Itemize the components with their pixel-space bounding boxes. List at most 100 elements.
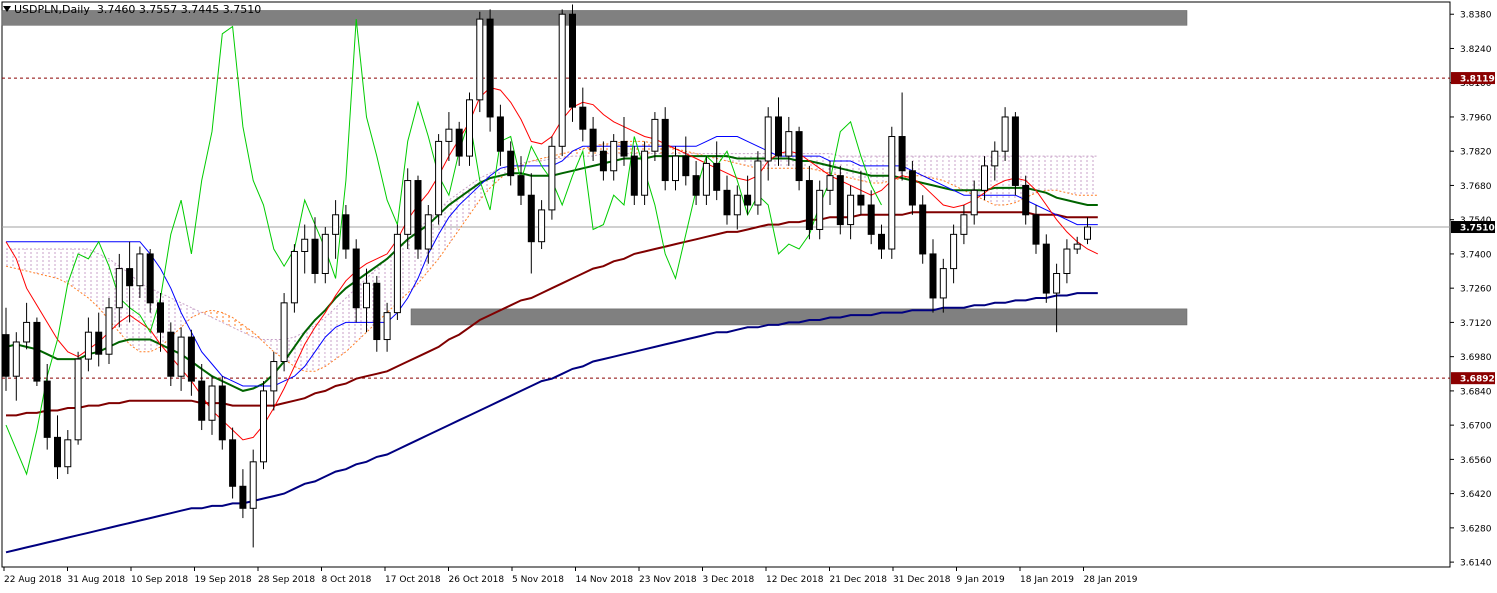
candle-body bbox=[867, 204, 875, 235]
candle-body bbox=[507, 150, 515, 177]
candle-body bbox=[496, 116, 504, 152]
y-tick-label: 3.6700 bbox=[1460, 422, 1492, 432]
cloud-segment bbox=[1087, 156, 1098, 196]
plot-area bbox=[1, 1, 1451, 568]
candle-body bbox=[847, 194, 855, 226]
cloud-segment bbox=[6, 249, 17, 269]
candle-body bbox=[548, 145, 556, 211]
candle-body bbox=[1053, 272, 1061, 294]
candle-body bbox=[878, 233, 885, 250]
cloud-segment bbox=[922, 156, 933, 179]
candle-body bbox=[898, 136, 906, 172]
candle-body bbox=[373, 282, 381, 341]
candle-body bbox=[692, 175, 700, 196]
candle-body bbox=[991, 150, 999, 167]
candle-body bbox=[84, 331, 92, 360]
x-tick-label: 28 Jan 2019 bbox=[1084, 575, 1138, 585]
y-tick-label: 3.6280 bbox=[1460, 524, 1492, 534]
chart-menu-triangle-icon[interactable] bbox=[3, 6, 11, 12]
x-tick-label: 23 Nov 2018 bbox=[639, 575, 697, 585]
candle-body bbox=[630, 155, 638, 196]
candle-body bbox=[754, 160, 762, 206]
candle-body bbox=[466, 99, 473, 157]
candle-body bbox=[950, 233, 958, 270]
candle-body bbox=[383, 312, 391, 341]
cloud-segment bbox=[325, 307, 336, 367]
candle-body bbox=[702, 162, 710, 196]
candle-body bbox=[95, 331, 103, 355]
candle-body bbox=[527, 194, 535, 243]
candle-body bbox=[486, 18, 494, 118]
candle-body bbox=[187, 336, 195, 382]
candle-body bbox=[445, 128, 453, 142]
candle-body bbox=[23, 321, 31, 343]
candle-body bbox=[229, 439, 237, 487]
candle-body bbox=[321, 233, 329, 274]
x-tick-label: 12 Dec 2018 bbox=[766, 575, 824, 585]
candle-body bbox=[352, 248, 360, 309]
candle-body bbox=[569, 13, 576, 108]
cloud-segment bbox=[850, 156, 861, 181]
x-tick-label: 10 Sep 2018 bbox=[131, 575, 188, 585]
candle-body bbox=[723, 189, 731, 216]
x-tick-label: 31 Dec 2018 bbox=[893, 575, 951, 585]
candle-body bbox=[476, 18, 484, 101]
candle-body bbox=[342, 214, 350, 250]
cloud-segment bbox=[36, 249, 48, 276]
candle-body bbox=[64, 439, 72, 468]
candle-body bbox=[785, 131, 793, 157]
candle-body bbox=[888, 136, 896, 250]
candle-body bbox=[311, 238, 319, 274]
candle-body bbox=[795, 131, 803, 182]
candle-body bbox=[1022, 184, 1030, 216]
chart-header: USDPLN,Daily 3.7460 3.7557 3.7445 3.7510 bbox=[14, 3, 261, 16]
candle-body bbox=[404, 180, 412, 235]
candle-body bbox=[280, 302, 288, 363]
candle-body bbox=[260, 390, 267, 463]
cloud-segment bbox=[871, 156, 882, 183]
cloud-segment bbox=[88, 249, 99, 308]
cloud-segment bbox=[933, 156, 944, 181]
candle-body bbox=[538, 209, 546, 243]
candle-body bbox=[620, 140, 628, 157]
y-tick-label: 3.8380 bbox=[1460, 11, 1492, 21]
cloud-segment bbox=[1056, 156, 1067, 193]
x-tick-label: 14 Nov 2018 bbox=[576, 575, 634, 585]
candle-body bbox=[713, 162, 721, 191]
candle-body bbox=[558, 13, 566, 147]
candle-body bbox=[960, 214, 968, 235]
candle-body bbox=[1084, 226, 1091, 240]
cloud-segment bbox=[1046, 156, 1057, 191]
cloud-segment bbox=[1077, 156, 1088, 196]
candle-body bbox=[764, 116, 772, 162]
y-tick-label: 3.6420 bbox=[1460, 490, 1492, 500]
lower-price-label-text: 3.6892 bbox=[1460, 375, 1495, 385]
candle-body bbox=[414, 180, 422, 250]
candle-body bbox=[208, 385, 216, 421]
y-tick-label: 3.7820 bbox=[1460, 148, 1492, 158]
y-tick-label: 3.6560 bbox=[1460, 456, 1492, 466]
candle-body bbox=[939, 268, 947, 299]
candle-body bbox=[970, 189, 978, 216]
candle-body bbox=[301, 238, 309, 252]
candle-body bbox=[146, 253, 154, 304]
candle-body bbox=[929, 253, 937, 299]
candle-body bbox=[775, 116, 782, 157]
candle-body bbox=[167, 331, 175, 377]
cloud-segment bbox=[335, 297, 346, 360]
x-tick-label: 19 Sep 2018 bbox=[195, 575, 252, 585]
candle-body bbox=[857, 194, 865, 206]
candle-body bbox=[805, 180, 813, 230]
candle-body bbox=[1001, 116, 1009, 152]
current-price-label-text: 3.7510 bbox=[1460, 224, 1495, 234]
candle-body bbox=[270, 361, 278, 392]
x-tick-label: 22 Aug 2018 bbox=[4, 575, 62, 585]
price-chart[interactable]: 3.83803.82403.81003.79603.78203.76803.75… bbox=[0, 0, 1497, 589]
x-tick-label: 9 Jan 2019 bbox=[957, 575, 1005, 585]
candle-body bbox=[599, 150, 607, 172]
candle-body bbox=[290, 250, 298, 304]
candle-body bbox=[589, 128, 597, 152]
upper-price-label: 3.8119 bbox=[1451, 72, 1495, 85]
candle-body bbox=[1063, 248, 1071, 274]
cloud-segment bbox=[57, 249, 68, 284]
